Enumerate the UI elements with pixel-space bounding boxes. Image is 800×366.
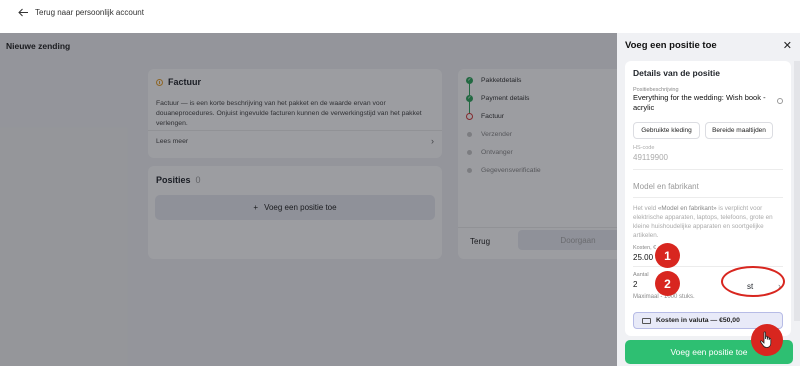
divider (633, 169, 783, 170)
hand-cursor-icon (751, 324, 783, 356)
cost-label: Kosten, € (633, 245, 657, 251)
annotation-badge-1: 1 (655, 243, 680, 268)
banknote-icon (642, 317, 651, 324)
quantity-label: Aantal (633, 272, 649, 278)
top-bar: Terug naar persoonlijk account (0, 0, 800, 33)
arrow-left-icon (18, 8, 28, 17)
cost-field[interactable]: 25.00 (633, 253, 653, 263)
currency-total-label: Kosten in valuta — €50,00 (656, 317, 740, 324)
annotation-ellipse (721, 266, 785, 297)
info-icon[interactable] (777, 98, 783, 104)
hs-code-label: HS-code (633, 145, 655, 151)
model-manufacturer-field[interactable]: Model en fabrikant (633, 182, 699, 191)
pointer-hand-icon (760, 331, 772, 348)
panel-title: Voeg een positie toe (625, 40, 717, 51)
quantity-field[interactable]: 2 (633, 280, 637, 290)
back-link-label: Terug naar persoonlijk account (35, 8, 144, 17)
scrollbar[interactable] (794, 61, 800, 321)
divider (633, 197, 783, 198)
close-icon[interactable]: ✕ (783, 39, 792, 52)
add-position-panel: Voeg een positie toe ✕ Details van de po… (617, 33, 800, 366)
back-to-account-link[interactable]: Terug naar persoonlijk account (18, 8, 144, 17)
section-title: Details van de positie (633, 68, 720, 78)
hs-code-field[interactable]: 49119900 (633, 153, 668, 163)
modal-backdrop[interactable] (0, 33, 617, 366)
notice-prefix: Het veld (633, 205, 658, 212)
annotation-badge-2: 2 (655, 271, 680, 296)
suggestion-chip-prepared-meals[interactable]: Bereide maaltijden (705, 122, 773, 139)
notice-highlight: «Model en fabrikant» (657, 205, 717, 212)
description-field[interactable]: Everything for the wedding: Wish book - … (633, 93, 773, 113)
suggestion-chip-used-clothing[interactable]: Gebruikte kleding (633, 122, 700, 139)
model-required-notice: Het veld «Model en fabrikant» is verplic… (633, 204, 783, 240)
